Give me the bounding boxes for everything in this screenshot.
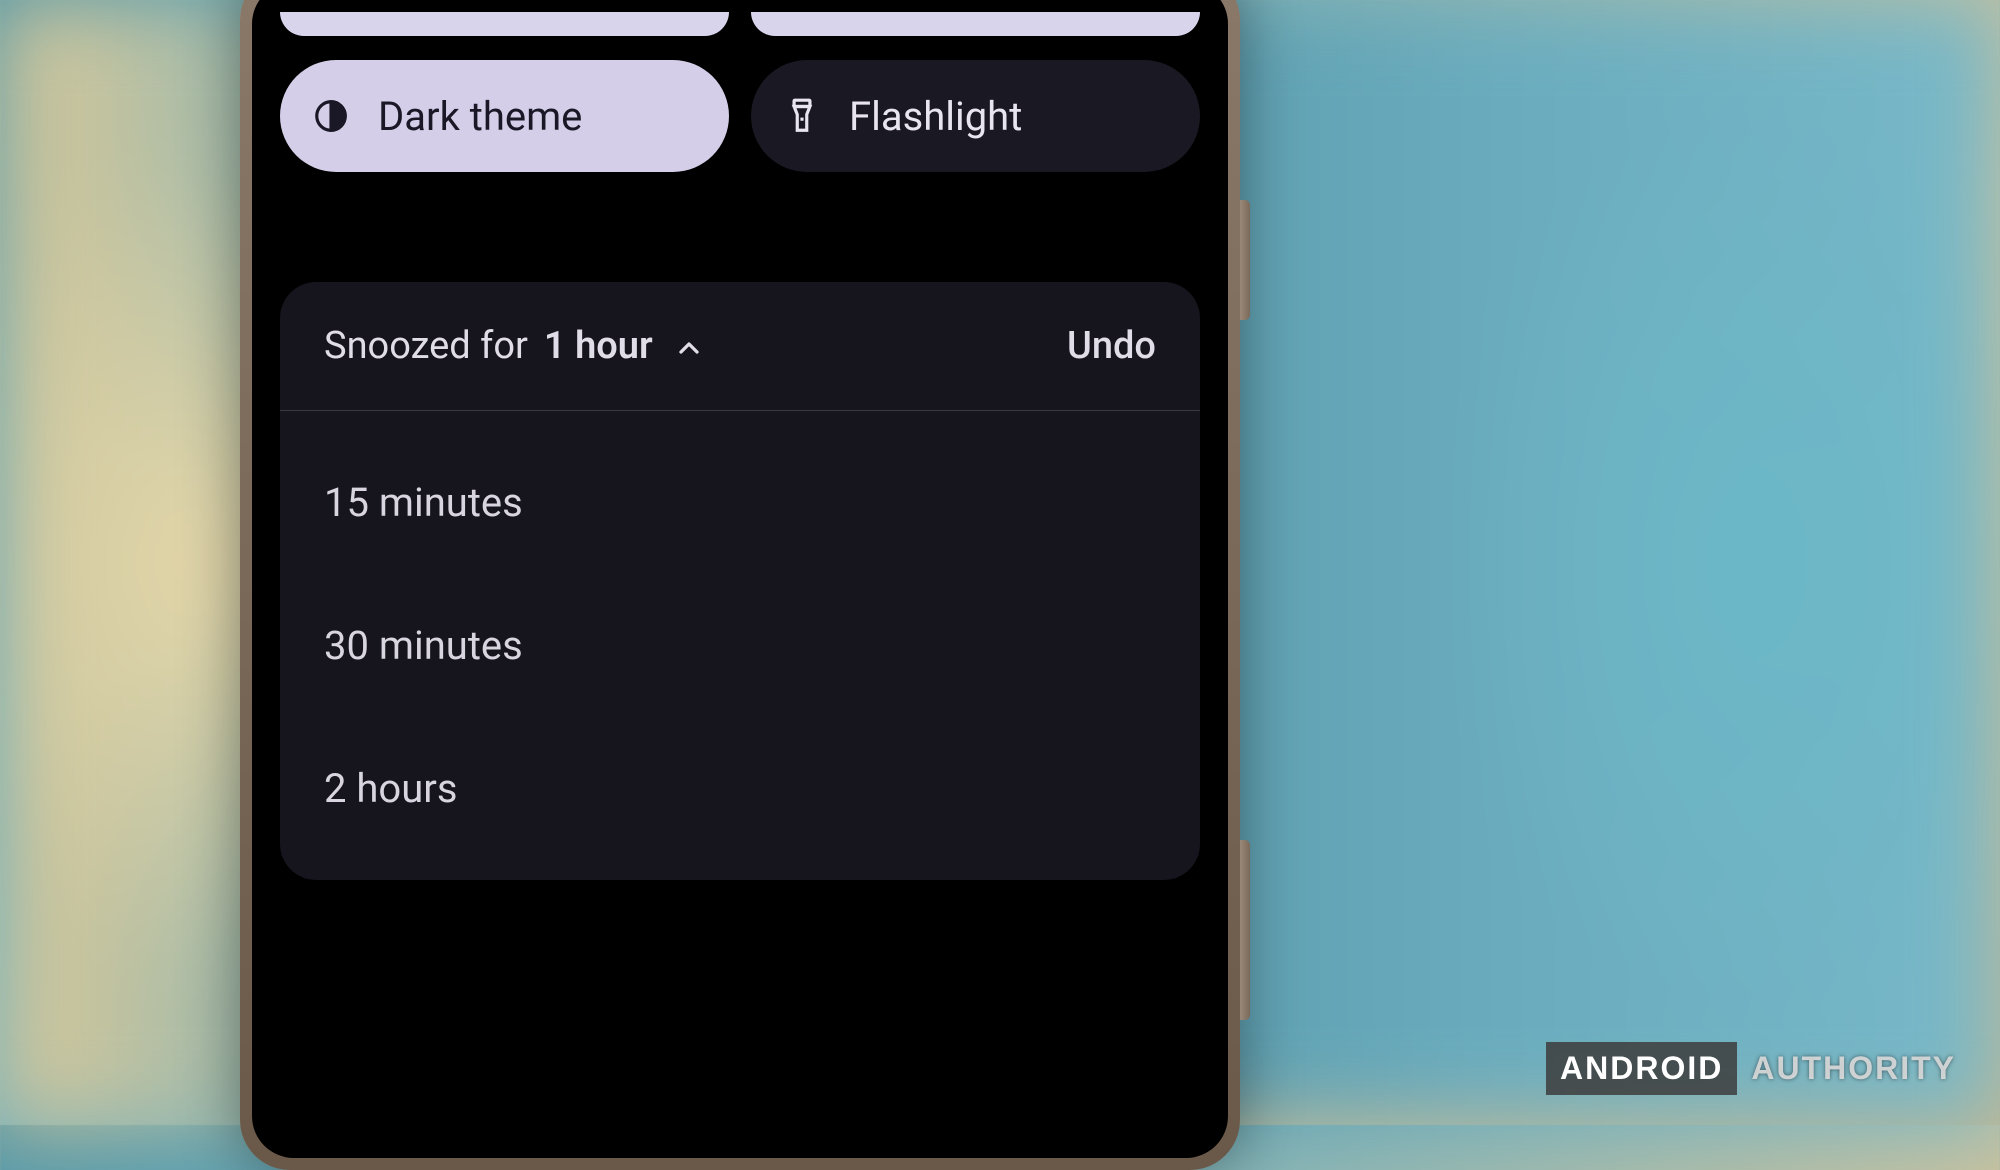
flashlight-icon — [783, 97, 821, 135]
snooze-option[interactable]: 2 hours — [280, 717, 1200, 860]
watermark: ANDROID AUTHORITY — [1546, 1042, 1970, 1095]
dark-theme-tile[interactable]: Dark theme — [280, 60, 729, 172]
undo-button[interactable]: Undo — [1067, 324, 1156, 368]
quick-settings-tile-edge[interactable] — [280, 12, 729, 36]
watermark-brand: ANDROID — [1546, 1042, 1737, 1095]
quick-settings-row: Dark theme Flashlight — [280, 60, 1200, 172]
flashlight-label: Flashlight — [849, 93, 1022, 140]
snooze-duration-toggle[interactable]: Snoozed for 1 hour — [324, 324, 705, 368]
quick-settings-row-partial — [280, 12, 1200, 36]
dark-theme-label: Dark theme — [378, 93, 582, 140]
phone-screen: Dark theme Flashlight Snoozed for 1 ho — [252, 0, 1228, 1158]
watermark-suffix: AUTHORITY — [1737, 1042, 1970, 1095]
snooze-header: Snoozed for 1 hour Undo — [280, 282, 1200, 411]
phone-side-button — [1240, 840, 1250, 1020]
snooze-options-list: 15 minutes 30 minutes 2 hours — [280, 411, 1200, 880]
snooze-option[interactable]: 30 minutes — [280, 574, 1200, 717]
quick-settings-tile-edge[interactable] — [751, 12, 1200, 36]
phone-side-button — [1240, 200, 1250, 320]
dark-theme-icon — [312, 97, 350, 135]
chevron-up-icon — [673, 330, 705, 362]
snooze-notification-card: Snoozed for 1 hour Undo 15 minutes 30 mi… — [280, 282, 1200, 880]
phone-frame: Dark theme Flashlight Snoozed for 1 ho — [240, 0, 1240, 1170]
snooze-prefix-text: Snoozed for — [324, 324, 528, 368]
snooze-option[interactable]: 15 minutes — [280, 431, 1200, 574]
flashlight-tile[interactable]: Flashlight — [751, 60, 1200, 172]
snooze-duration-text: 1 hour — [544, 324, 653, 368]
